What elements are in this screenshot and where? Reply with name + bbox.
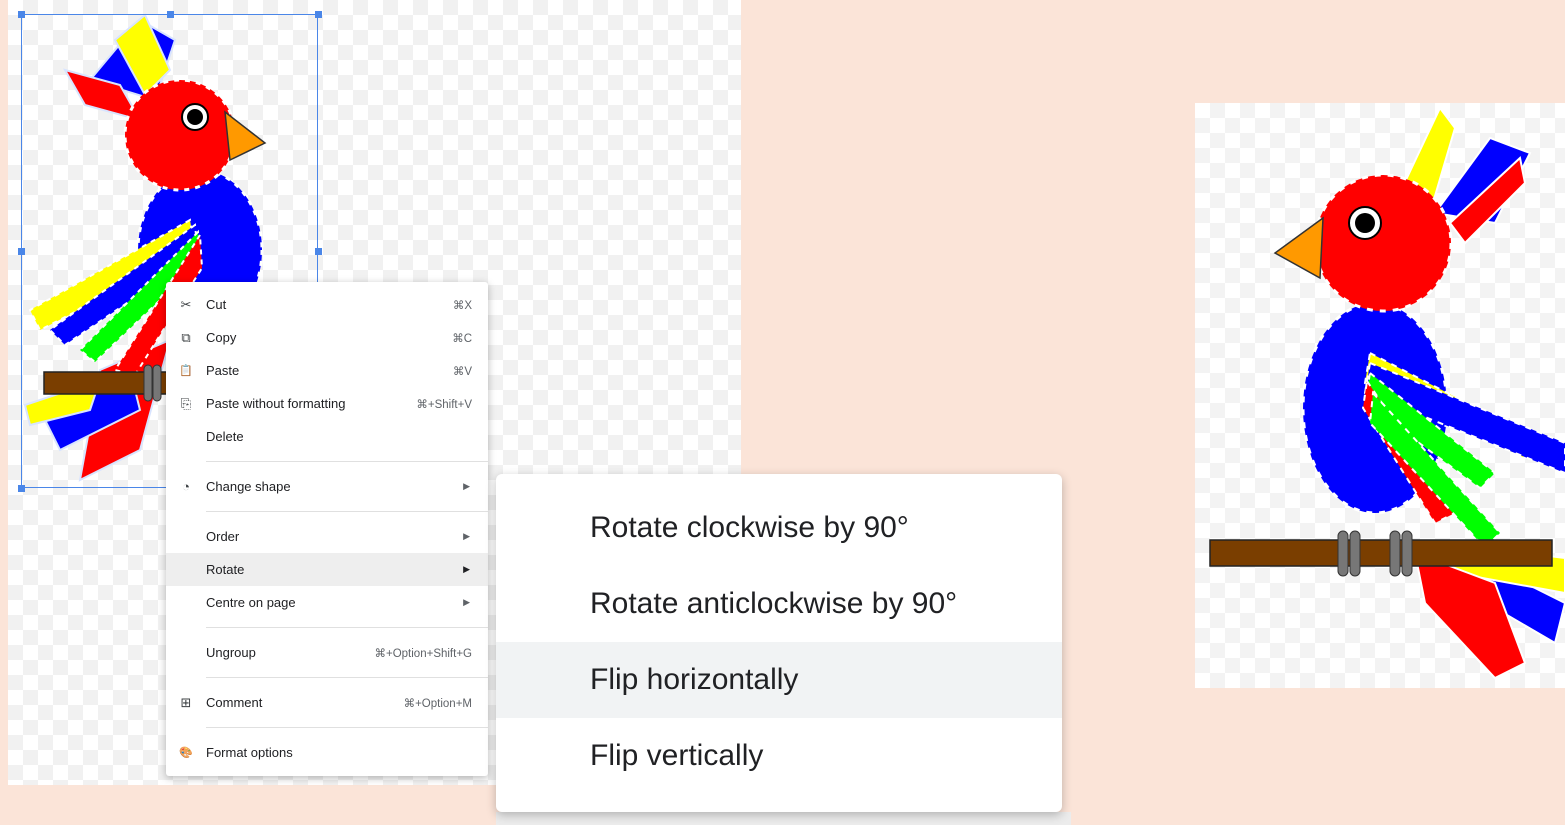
submenu-arrow-icon: ▶ — [463, 531, 470, 541]
menu-item-label: Delete — [206, 429, 244, 444]
submenu-item-flip-horizontally[interactable]: Flip horizontally — [496, 642, 1062, 718]
comment-icon: ⊞ — [180, 694, 192, 710]
menu-item-shortcut: ⌘C — [452, 332, 472, 345]
resize-handle-middle-left[interactable] — [18, 248, 25, 255]
context-menu: ✂ Cut ⌘X ⧉ Copy ⌘C 📋 Paste ⌘V ⎘ Paste wi… — [166, 282, 488, 776]
menu-divider — [206, 627, 488, 628]
menu-item-label: Comment — [206, 695, 263, 710]
submenu-item-flip-vertically[interactable]: Flip vertically — [496, 718, 1062, 794]
menu-item-ungroup[interactable]: Ungroup ⌘+Option+Shift+G — [166, 636, 488, 669]
scissors-icon: ✂ — [180, 296, 192, 312]
submenu-item-label: Flip horizontally — [590, 663, 799, 696]
menu-item-label: Centre on page — [206, 595, 296, 610]
menu-item-shortcut: ⌘+Shift+V — [416, 398, 472, 411]
menu-item-label: Paste — [206, 363, 240, 378]
menu-item-centre-on-page[interactable]: Centre on page ▶ — [166, 586, 488, 619]
menu-divider — [206, 677, 488, 678]
menu-item-shortcut: ⌘X — [452, 299, 472, 312]
resize-handle-bottom-left[interactable] — [18, 485, 25, 492]
menu-item-change-shape[interactable]: ◔ Change shape ▶ — [166, 470, 488, 503]
underlying-toolbar-strip — [496, 812, 1071, 825]
menu-item-rotate[interactable]: Rotate ▶ — [166, 553, 488, 586]
menu-item-order[interactable]: Order ▶ — [166, 520, 488, 553]
menu-item-label: Ungroup — [206, 645, 256, 660]
menu-item-label: Copy — [206, 330, 237, 345]
menu-item-label: Format options — [206, 745, 293, 760]
menu-item-shortcut: ⌘+Option+Shift+G — [374, 647, 473, 660]
menu-item-label: Order — [206, 529, 240, 544]
paste-plain-icon: ⎘ — [180, 395, 192, 411]
submenu-arrow-icon: ▶ — [463, 564, 470, 574]
shapes-icon: ◔ — [182, 479, 190, 494]
submenu-item-rotate-clockwise[interactable]: Rotate clockwise by 90° — [496, 490, 1062, 566]
menu-item-label: Rotate — [206, 562, 245, 577]
menu-item-paste-without-formatting[interactable]: ⎘ Paste without formatting ⌘+Shift+V — [166, 387, 488, 420]
parrot-drawing-flipped — [1209, 106, 1565, 680]
menu-item-label: Change shape — [206, 479, 291, 494]
submenu-item-label: Rotate anticlockwise by 90° — [590, 587, 958, 620]
menu-divider — [206, 511, 488, 512]
resize-handle-top-left[interactable] — [18, 11, 25, 18]
menu-item-shortcut: ⌘+Option+M — [403, 697, 472, 710]
menu-item-delete[interactable]: Delete — [166, 420, 488, 453]
menu-item-cut[interactable]: ✂ Cut ⌘X — [166, 288, 488, 321]
parrot-group-flipped — [1209, 106, 1565, 680]
menu-item-paste[interactable]: 📋 Paste ⌘V — [166, 354, 488, 387]
menu-item-copy[interactable]: ⧉ Copy ⌘C — [166, 321, 488, 354]
menu-item-label: Cut — [206, 297, 227, 312]
submenu-item-rotate-anticlockwise[interactable]: Rotate anticlockwise by 90° — [496, 566, 1062, 642]
submenu-arrow-icon: ▶ — [463, 597, 470, 607]
menu-item-comment[interactable]: ⊞ Comment ⌘+Option+M — [166, 686, 488, 719]
rotate-submenu: Rotate clockwise by 90° Rotate anticlock… — [496, 474, 1062, 812]
submenu-item-label: Flip vertically — [590, 739, 764, 772]
copy-icon: ⧉ — [181, 329, 191, 345]
submenu-arrow-icon: ▶ — [463, 481, 470, 491]
menu-item-shortcut: ⌘V — [452, 365, 472, 378]
menu-item-label: Paste without formatting — [206, 396, 346, 411]
resize-handle-middle-right[interactable] — [315, 248, 322, 255]
menu-item-format-options[interactable]: 🎨 Format options — [166, 736, 488, 769]
format-options-icon: 🎨 — [179, 747, 193, 759]
resize-handle-top-right[interactable] — [315, 11, 322, 18]
menu-divider — [206, 461, 488, 462]
menu-divider — [206, 727, 488, 728]
submenu-item-label: Rotate clockwise by 90° — [590, 511, 909, 544]
clipboard-icon: 📋 — [179, 365, 193, 377]
resize-handle-top-center[interactable] — [167, 11, 174, 18]
